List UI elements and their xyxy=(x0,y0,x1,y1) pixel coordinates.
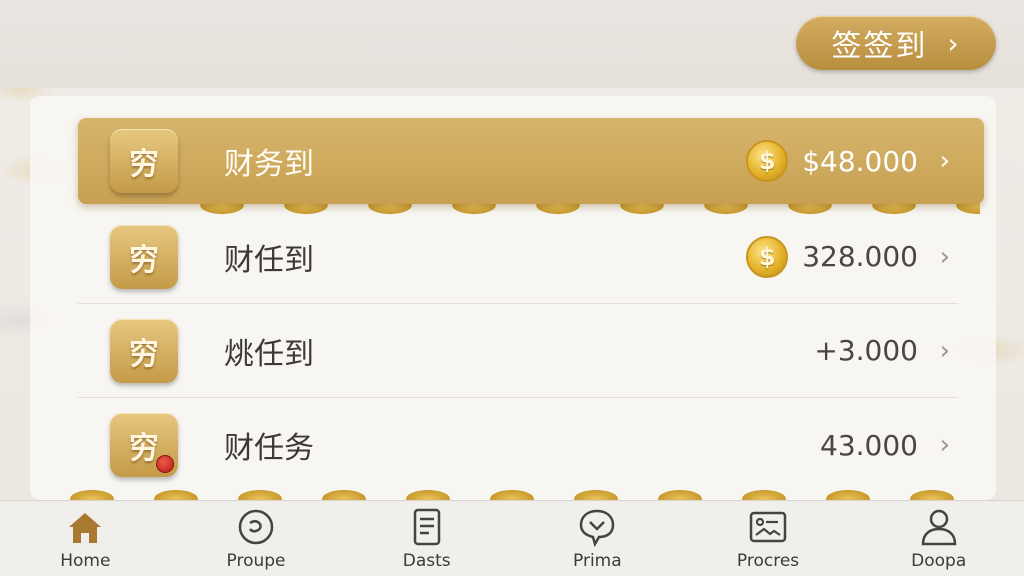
task-row[interactable]: 穷 财任到 $ 328.000 › xyxy=(78,210,958,304)
tab-label: Dasts xyxy=(402,550,451,571)
tab-procres[interactable]: Procres xyxy=(683,501,854,576)
bottom-tab-bar: Home Proupe Dasts Prima Procres Doopa xyxy=(0,500,1024,576)
reward-value: +3.000 xyxy=(814,334,918,367)
task-icon: 穷 xyxy=(110,224,178,289)
task-row[interactable]: 穷 烑任到 +3.000 › xyxy=(78,304,958,398)
tab-home[interactable]: Home xyxy=(0,501,171,576)
document-icon xyxy=(413,508,440,545)
chevron-right-icon: › xyxy=(939,146,950,176)
chevron-right-icon: › xyxy=(939,241,950,272)
chevron-right-icon: › xyxy=(939,430,950,460)
task-label: 财务到 xyxy=(224,147,314,182)
task-label: 财任到 xyxy=(224,242,314,278)
user-icon xyxy=(921,509,956,545)
image-icon xyxy=(749,511,787,542)
chevron-right-icon: › xyxy=(939,335,950,366)
task-row[interactable]: 穷 财任务 43.000 › xyxy=(78,398,958,492)
task-row[interactable]: 穷 财务到 $ $48.000 › xyxy=(78,118,984,204)
circle-icon xyxy=(238,509,274,544)
tab-proupe[interactable]: Proupe xyxy=(171,501,342,576)
task-reward: 43.000 xyxy=(820,429,918,462)
task-reward: +3.000 xyxy=(814,334,918,367)
tab-doopa[interactable]: Doopa xyxy=(853,501,1024,576)
reward-value: 328.000 xyxy=(802,240,918,273)
tab-prima[interactable]: Prima xyxy=(512,501,683,576)
task-icon: 穷 xyxy=(110,318,178,383)
chevron-right-icon: › xyxy=(947,26,961,60)
task-reward: $ 328.000 xyxy=(746,235,918,278)
home-icon xyxy=(69,512,102,543)
checkin-label: 签签到 xyxy=(831,29,928,64)
chat-icon xyxy=(580,509,615,547)
tab-label: Procres xyxy=(736,550,800,571)
task-reward: $ $48.000 xyxy=(746,140,918,182)
tab-label: Home xyxy=(60,550,111,571)
reward-value: $48.000 xyxy=(802,144,918,178)
notification-badge xyxy=(156,455,174,473)
task-label: 烑任到 xyxy=(224,336,314,372)
task-icon: 穷 xyxy=(110,129,178,193)
reward-value: 43.000 xyxy=(820,428,918,462)
checkin-button[interactable]: 签签到 › xyxy=(796,16,996,70)
coin-icon: $ xyxy=(746,140,789,182)
tab-label: Proupe xyxy=(226,550,286,571)
tab-dasts[interactable]: Dasts xyxy=(341,501,512,576)
tab-label: Prima xyxy=(573,550,622,571)
coin-icon: $ xyxy=(746,235,789,278)
task-label: 财任务 xyxy=(224,431,314,466)
tab-label: Doopa xyxy=(911,550,967,571)
task-icon: 穷 xyxy=(110,413,178,477)
